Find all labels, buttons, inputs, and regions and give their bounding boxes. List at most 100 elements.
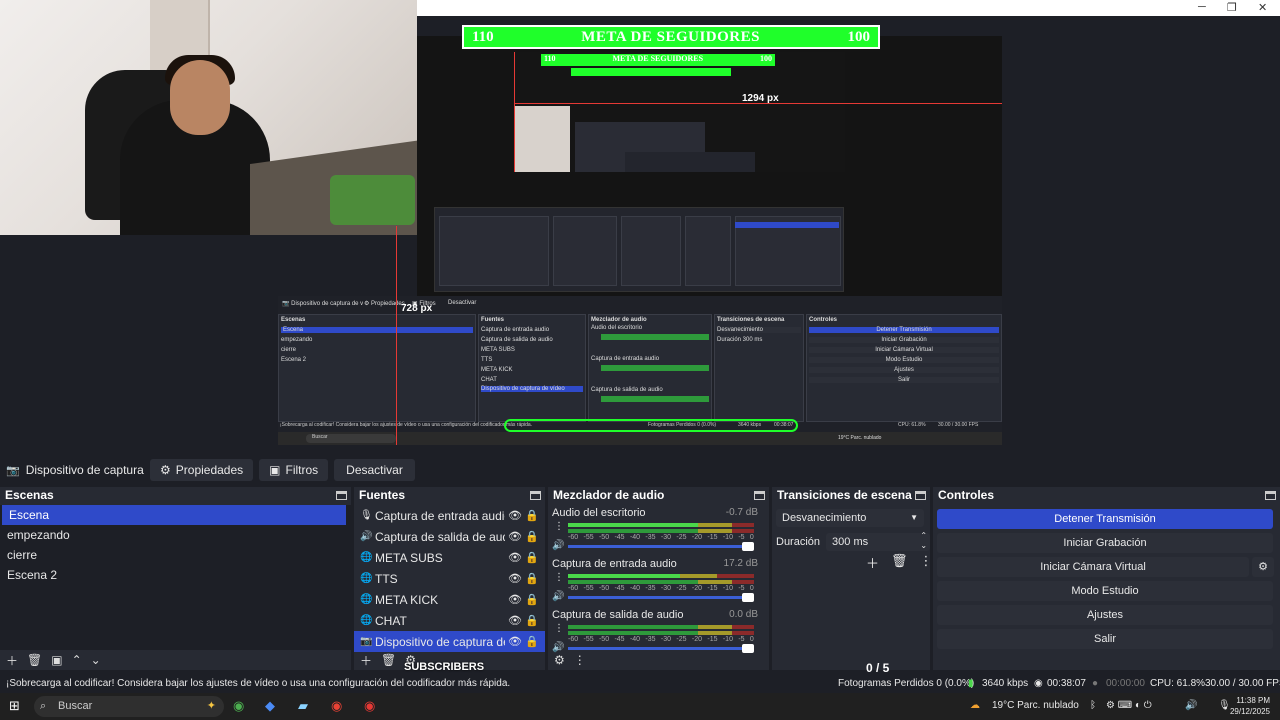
- virtual-camera-settings-icon[interactable]: ⚙: [1252, 557, 1274, 577]
- source-item[interactable]: 🌐 CHAT 👁 🔒: [354, 610, 545, 631]
- mixer-menu-icon[interactable]: ⋮: [574, 653, 586, 667]
- volume-slider-knob[interactable]: [742, 542, 754, 551]
- move-up-icon[interactable]: ⌃: [72, 653, 82, 667]
- volume-slider-knob[interactable]: [742, 593, 754, 602]
- stream-icon: ◉: [1034, 678, 1043, 689]
- source-item[interactable]: 🎙 Captura de entrada audio 👁 🔒: [354, 505, 545, 526]
- transition-menu-icon[interactable]: ⋮: [920, 553, 933, 572]
- sources-dock: Fuentes 🎙 Captura de entrada audio 👁 🔒 🔊…: [354, 487, 545, 670]
- meter-tick: -40: [629, 585, 641, 592]
- source-item[interactable]: 📷 Dispositivo de captura de vídeo 👁 🔒: [354, 631, 545, 652]
- eye-icon[interactable]: 👁: [508, 572, 522, 585]
- copilot-icon[interactable]: ◆: [265, 698, 275, 714]
- minimize-icon[interactable]: ─: [1198, 1, 1206, 13]
- duration-input[interactable]: 300 ms ⌃ ⌄: [826, 531, 931, 551]
- filters-button[interactable]: ▣ Filtros: [259, 459, 329, 481]
- height-measure-label: 728 px: [401, 303, 433, 314]
- eye-icon[interactable]: 👁: [508, 551, 522, 564]
- obs-icon[interactable]: ◉: [364, 698, 375, 714]
- sources-title: Fuentes: [359, 488, 406, 502]
- chrome-icon[interactable]: ◉: [233, 698, 244, 714]
- start-virtual-camera-button[interactable]: Iniciar Cámara Virtual: [937, 557, 1249, 577]
- advanced-audio-icon[interactable]: ⚙: [554, 653, 565, 667]
- remove-source-icon[interactable]: 🗑: [381, 653, 396, 667]
- deactivate-button[interactable]: Desactivar: [334, 459, 415, 481]
- undock-icon[interactable]: [530, 490, 541, 500]
- volume-icon[interactable]: 🔊: [552, 540, 564, 551]
- eye-icon[interactable]: 👁: [508, 509, 522, 522]
- meter-tick: -15: [707, 636, 718, 643]
- meter-tick: -40: [629, 636, 641, 643]
- fps: 30.00 / 30.00 FPS: [1205, 678, 1280, 689]
- undock-icon[interactable]: [336, 490, 347, 500]
- lock-icon[interactable]: 🔒: [525, 635, 539, 648]
- mixer-channel: Captura de entrada audio 17.2 dB ⋮ -60 -55…: [552, 558, 758, 602]
- source-item[interactable]: 🌐 META KICK 👁 🔒: [354, 589, 545, 610]
- volume-tray-icon[interactable]: 🔊: [1185, 700, 1197, 711]
- goal-left-value: 110: [472, 28, 494, 45]
- eye-icon[interactable]: 👁: [508, 530, 522, 543]
- duration-stepper[interactable]: ⌃ ⌄: [920, 531, 927, 551]
- remove-scene-icon[interactable]: 🗑: [27, 653, 42, 667]
- scene-item[interactable]: Escena 2: [0, 565, 351, 585]
- source-item[interactable]: 🌐 TTS 👁 🔒: [354, 568, 545, 589]
- lock-icon[interactable]: 🔒: [525, 593, 539, 606]
- start-recording-button[interactable]: Iniciar Grabación: [937, 533, 1273, 553]
- lock-icon[interactable]: 🔒: [525, 572, 539, 585]
- add-transition-icon[interactable]: ＋: [866, 553, 879, 572]
- gear-icon: ⚙: [160, 463, 171, 477]
- lock-icon[interactable]: 🔒: [525, 551, 539, 564]
- volume-slider[interactable]: [568, 593, 754, 602]
- volume-slider[interactable]: [568, 542, 754, 551]
- channel-menu-icon[interactable]: ⋮: [554, 521, 564, 532]
- source-item[interactable]: 🔊 Captura de salida de audio 👁 🔒: [354, 526, 545, 547]
- undock-icon[interactable]: [1265, 490, 1276, 500]
- width-measure-label: 1294 px: [742, 93, 779, 104]
- volume-icon[interactable]: 🔊: [552, 591, 564, 602]
- eye-icon[interactable]: 👁: [508, 593, 522, 606]
- tray-icons[interactable]: ⚙ ⌨ ◐ ⏻: [1106, 700, 1152, 711]
- studio-mode-button[interactable]: Modo Estudio: [937, 581, 1273, 601]
- close-icon[interactable]: ✕: [1258, 1, 1267, 14]
- add-source-icon[interactable]: ＋: [360, 652, 372, 669]
- bluetooth-icon[interactable]: ᛒ: [1090, 700, 1096, 711]
- channel-menu-icon[interactable]: ⋮: [554, 572, 564, 583]
- eye-icon[interactable]: 👁: [508, 635, 522, 648]
- eye-icon[interactable]: 👁: [508, 614, 522, 627]
- remove-transition-icon[interactable]: 🗑: [891, 553, 908, 572]
- encoder-warning: ¡Sobrecarga al codificar! Considera baja…: [6, 678, 511, 689]
- scene-item[interactable]: Escena: [2, 505, 346, 525]
- scene-item[interactable]: cierre: [0, 545, 351, 565]
- windows-start-icon[interactable]: ⊞: [9, 698, 20, 714]
- transition-select[interactable]: Desvanecimiento ▼: [776, 509, 924, 527]
- move-down-icon[interactable]: ⌄: [91, 653, 101, 667]
- meter-tick: 0: [749, 585, 754, 592]
- preview-area[interactable]: ─ ❐ ✕ 110 META DE SEGUIDORES 100 110 MET…: [0, 0, 1280, 455]
- meter-tick: 0: [749, 534, 754, 541]
- meter-tick: -30: [660, 534, 672, 541]
- lock-icon[interactable]: 🔒: [525, 614, 539, 627]
- restore-icon[interactable]: ❐: [1227, 1, 1237, 14]
- source-item[interactable]: 🌐 META SUBS 👁 🔒: [354, 547, 545, 568]
- taskbar-search[interactable]: ⌕ Buscar ✦: [34, 696, 224, 717]
- lock-icon[interactable]: 🔒: [525, 509, 539, 522]
- mic-tray-icon[interactable]: 🎙: [1218, 700, 1231, 711]
- app-icon[interactable]: ▰: [298, 698, 308, 714]
- add-scene-icon[interactable]: ＋: [6, 652, 18, 669]
- lock-icon[interactable]: 🔒: [525, 530, 539, 543]
- stop-stream-button[interactable]: Detener Transmisión: [937, 509, 1273, 529]
- transitions-dock: Transiciones de escena Desvanecimiento ▼…: [772, 487, 933, 670]
- chrome-profile-icon[interactable]: ◉: [331, 698, 342, 714]
- taskbar-clock[interactable]: 11:38 PM 29/12/2025: [1230, 695, 1270, 717]
- scene-item[interactable]: empezando: [0, 525, 351, 545]
- undock-icon[interactable]: [915, 490, 926, 500]
- properties-button[interactable]: ⚙ Propiedades: [150, 459, 254, 481]
- undock-icon[interactable]: [754, 490, 765, 500]
- settings-button[interactable]: Ajustes: [937, 605, 1273, 625]
- meter-tick: -50: [598, 534, 610, 541]
- exit-button[interactable]: Salir: [937, 629, 1273, 649]
- scene-filters-icon[interactable]: ▣: [51, 653, 62, 667]
- meter-tick: 0: [749, 636, 754, 643]
- channel-menu-icon[interactable]: ⋮: [554, 623, 564, 634]
- scenes-title: Escenas: [5, 488, 54, 502]
